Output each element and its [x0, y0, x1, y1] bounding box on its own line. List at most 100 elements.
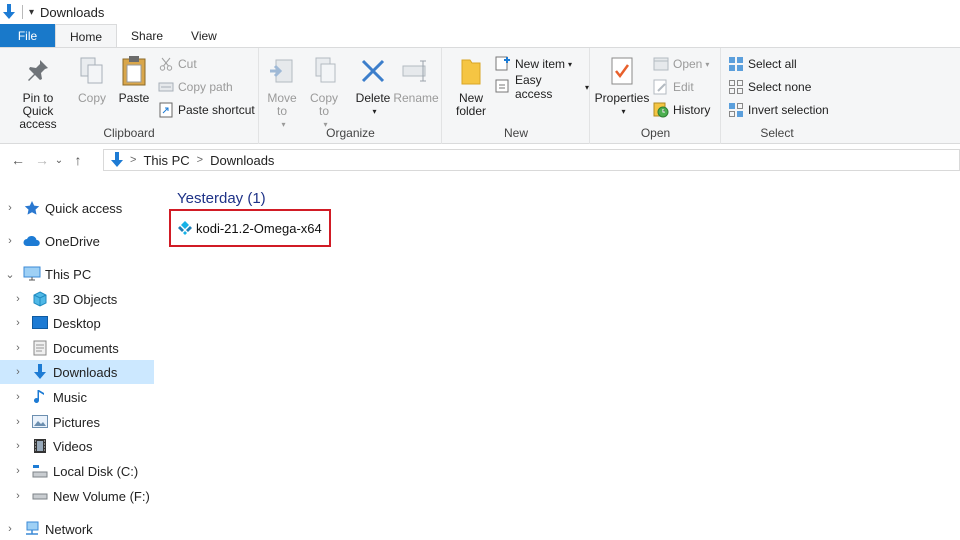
new-group-label: New [503, 126, 528, 140]
open-dropdown-icon: ▾ [705, 59, 710, 69]
documents-label: Documents [53, 340, 119, 356]
open-group-label: Open [640, 126, 671, 140]
file-item-kodi[interactable]: kodi-21.2-Omega-x64 [169, 209, 331, 247]
easy-access-dropdown-icon: ▾ [584, 82, 589, 92]
expand-chevron-icon[interactable]: › [13, 416, 23, 428]
open-label: Open [673, 57, 703, 71]
new-item-dropdown-icon: ▾ [568, 59, 573, 69]
properties-label: Properties [594, 91, 650, 105]
group-clipboard: Pin to Quick access Copy Paste Cut Copy … [0, 48, 259, 144]
expand-chevron-icon[interactable]: › [13, 490, 23, 502]
videos-label: Videos [53, 438, 93, 454]
expand-chevron-icon[interactable]: › [13, 342, 23, 354]
open-button[interactable]: Open ▾ [653, 54, 709, 74]
copy-path-button[interactable]: Copy path [158, 77, 233, 97]
this-pc-label: This PC [45, 266, 92, 282]
navigation-pane: › Quick access › OneDrive ⌄ This PC › 3D… [0, 192, 154, 540]
rename-button[interactable]: Rename [393, 54, 439, 105]
tab-home[interactable]: Home [55, 24, 118, 48]
copy-button[interactable]: Copy [73, 54, 111, 105]
move-to-button[interactable]: Move to ▾ [264, 54, 300, 131]
organize-group-label: Organize [326, 126, 375, 140]
nav-item-videos[interactable]: › Videos [0, 434, 154, 458]
recent-locations-chevron-icon[interactable]: ⌄ [53, 149, 65, 171]
quick-access-dropdown-icon[interactable]: ▾ [29, 7, 34, 18]
tab-share[interactable]: Share [117, 24, 177, 48]
expand-chevron-icon[interactable]: › [5, 202, 15, 214]
cut-label: Cut [178, 57, 197, 71]
delete-button[interactable]: Delete ▾ [354, 54, 392, 118]
tab-view[interactable]: View [177, 24, 231, 48]
select-none-icon [728, 79, 744, 95]
nav-item-downloads[interactable]: › Downloads [0, 360, 154, 384]
desktop-label: Desktop [53, 315, 101, 331]
breadcrumb-this-pc[interactable]: This PC [143, 153, 189, 168]
nav-item-3d-objects[interactable]: › 3D Objects [0, 287, 154, 311]
properties-button[interactable]: Properties ▾ [594, 54, 650, 118]
edit-button[interactable]: Edit [653, 77, 694, 97]
copy-label: Copy [77, 91, 106, 105]
collapse-chevron-icon[interactable]: ⌄ [5, 268, 15, 281]
expand-chevron-icon[interactable]: › [13, 440, 23, 452]
expand-chevron-icon[interactable]: › [13, 366, 23, 378]
open-icon [653, 56, 669, 72]
nav-item-desktop[interactable]: › Desktop [0, 311, 154, 335]
paste-icon [118, 54, 150, 88]
expand-chevron-icon[interactable]: › [13, 293, 23, 305]
drive-icon [31, 462, 49, 480]
nav-item-quick-access[interactable]: › Quick access [0, 196, 154, 220]
group-header-yesterday[interactable]: Yesterday (1) [177, 190, 266, 207]
select-all-button[interactable]: Select all [728, 54, 797, 74]
back-arrow-icon[interactable]: ← [9, 149, 27, 171]
paste-button[interactable]: Paste [115, 54, 153, 105]
picture-icon [31, 413, 49, 431]
nav-item-network[interactable]: › Network [0, 517, 154, 540]
nav-item-music[interactable]: › Music [0, 385, 154, 409]
expand-chevron-icon[interactable]: › [13, 465, 23, 477]
nav-item-pictures[interactable]: › Pictures [0, 410, 154, 434]
paste-shortcut-button[interactable]: Paste shortcut [158, 100, 255, 120]
copy-to-label: Copy to [309, 91, 338, 118]
new-folder-button[interactable]: New folder [451, 54, 491, 118]
expand-chevron-icon[interactable]: › [5, 235, 15, 247]
cloud-icon [23, 232, 41, 250]
nav-item-new-volume[interactable]: › New Volume (F:) [0, 484, 154, 508]
document-icon [31, 339, 49, 357]
expand-chevron-icon[interactable]: › [13, 317, 23, 329]
folder-icon [455, 54, 487, 88]
select-group-label: Select [760, 126, 794, 140]
move-to-label: Move to [267, 91, 297, 118]
local-disk-label: Local Disk (C:) [53, 463, 139, 479]
invert-selection-label: Invert selection [748, 103, 829, 117]
easy-access-button[interactable]: Easy access ▾ [495, 73, 589, 101]
pin-to-quick-access-button[interactable]: Pin to Quick access [4, 54, 72, 131]
up-arrow-icon[interactable]: ↑ [69, 149, 87, 171]
new-volume-label: New Volume (F:) [53, 488, 150, 504]
easy-access-label: Easy access [515, 73, 553, 101]
title-bar: ▾ Downloads [0, 0, 960, 24]
history-button[interactable]: History [653, 100, 710, 120]
select-all-icon [728, 56, 744, 72]
nav-item-this-pc[interactable]: ⌄ This PC [0, 262, 154, 286]
cut-button[interactable]: Cut [158, 54, 197, 74]
download-arrow-icon[interactable] [0, 2, 18, 22]
select-none-button[interactable]: Select none [728, 77, 811, 97]
clipboard-group-label: Clipboard [103, 126, 155, 140]
invert-selection-icon [728, 102, 744, 118]
forward-arrow-icon[interactable]: → [33, 149, 51, 171]
expand-chevron-icon[interactable]: › [5, 523, 15, 535]
new-item-button[interactable]: New item ▾ [495, 54, 572, 74]
tab-file[interactable]: File [0, 24, 55, 48]
new-folder-label: New folder [455, 91, 487, 118]
copy-icon [76, 54, 108, 88]
nav-item-documents[interactable]: › Documents [0, 336, 154, 360]
breadcrumb-downloads[interactable]: Downloads [210, 153, 274, 168]
copy-to-button[interactable]: Copy to ▾ [306, 54, 342, 131]
window-title: Downloads [40, 4, 105, 20]
edit-icon [653, 79, 669, 95]
expand-chevron-icon[interactable]: › [13, 391, 23, 403]
invert-selection-button[interactable]: Invert selection [728, 100, 829, 120]
nav-item-onedrive[interactable]: › OneDrive [0, 229, 154, 253]
nav-item-local-disk[interactable]: › Local Disk (C:) [0, 459, 154, 483]
address-bar[interactable]: > This PC > Downloads [103, 149, 960, 171]
